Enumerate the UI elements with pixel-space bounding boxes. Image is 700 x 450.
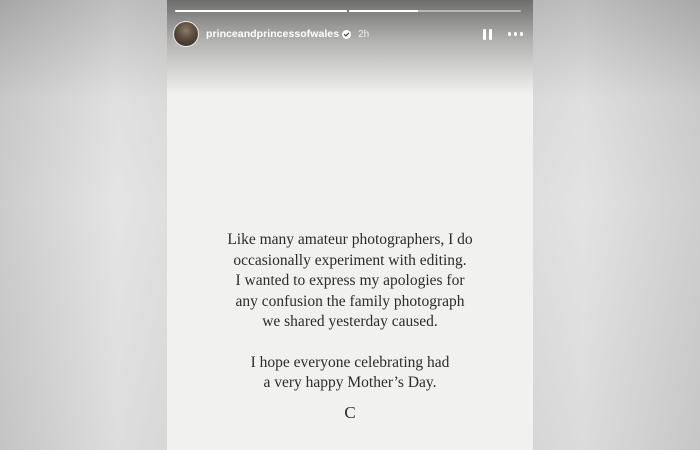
avatar[interactable] [173,21,199,47]
left-backdrop [0,0,167,450]
message-line: I wanted to express my apologies for [235,272,465,289]
story-header: princeandprincessofwales 2h [173,20,523,48]
progress-fill-2 [349,10,418,12]
pause-icon[interactable] [482,27,494,41]
story-progress [175,10,521,12]
story-viewer[interactable]: princeandprincessofwales 2h Like many am… [167,0,533,450]
username[interactable]: princeandprincessofwales [206,28,339,40]
message-line: a very happy Mother’s Day. [263,374,437,391]
verified-badge-icon [342,29,352,39]
message-line: any confusion the family photograph [235,292,465,310]
progress-segment-2 [349,10,521,12]
progress-segment-1 [175,10,347,12]
progress-fill-1 [175,10,347,12]
post-time: 2h [358,28,370,40]
message-line: we shared yesterday caused. [262,313,438,330]
more-options-icon[interactable] [507,32,523,36]
signature: C [344,403,356,422]
story-message: Like many amateur photographers, I do oc… [167,230,533,394]
message-line: I hope everyone celebrating had [250,353,450,371]
message-line: Like many amateur photographers, I do [227,231,473,248]
right-backdrop [533,0,700,450]
message-line: occasionally experiment with editing. [233,251,467,269]
